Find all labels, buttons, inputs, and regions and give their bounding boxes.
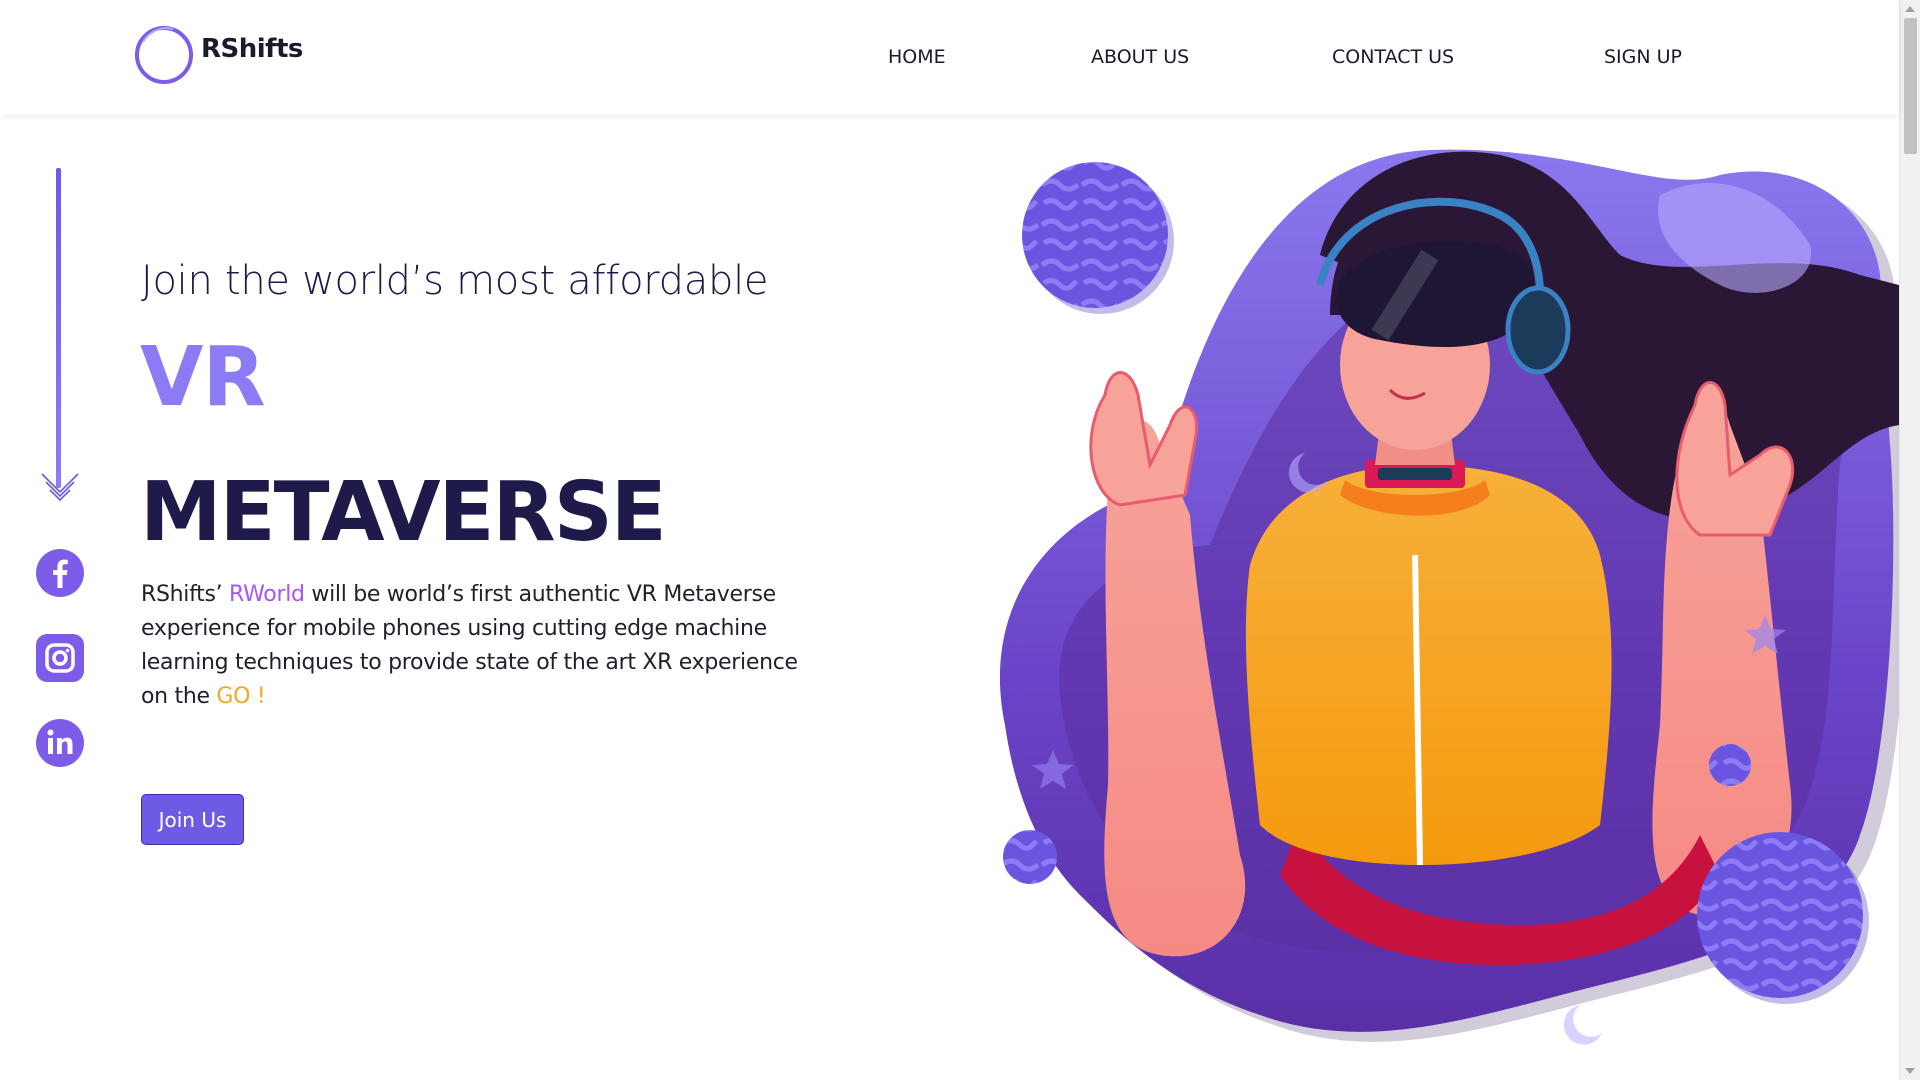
join-us-button[interactable]: Join Us [141,794,244,845]
nav-home-link[interactable]: HOME [888,46,946,68]
brand-name: RShifts [201,34,303,64]
logo-ring-icon [135,26,193,84]
vr-girl-illustration [999,149,1899,1045]
scroll-thumb[interactable] [1904,18,1917,154]
scroll-up-arrow-icon[interactable] [1905,6,1915,12]
desc-text-1: RShifts’ [141,582,230,607]
brand-logo[interactable]: RShifts [133,24,303,86]
hero-title-metaverse: METAVERSE [140,465,667,560]
chevron-down-icon [41,473,79,502]
scroll-down-arrow-icon[interactable] [1905,1068,1915,1074]
nav-signup-link[interactable]: SIGN UP [1604,46,1682,68]
hero-description: RShifts’ RWorld will be world’s first au… [141,578,801,714]
hero-title-vr: VR [140,330,266,425]
rworld-highlight: RWorld [229,582,305,607]
go-highlight: GO ! [216,684,266,709]
facebook-icon[interactable] [35,548,85,598]
nav-contact-link[interactable]: CONTACT US [1332,46,1454,68]
nav-about-link[interactable]: ABOUT US [1091,46,1189,68]
scroll-indicator-line [56,168,61,488]
linkedin-icon[interactable] [35,718,85,768]
page-scrollbar[interactable] [1899,0,1920,1080]
top-navbar: RShifts HOME ABOUT US CONTACT US SIGN UP [0,0,1899,115]
instagram-icon[interactable] [35,633,85,683]
hero-subtitle: Join the world’s most affordable [141,258,769,304]
